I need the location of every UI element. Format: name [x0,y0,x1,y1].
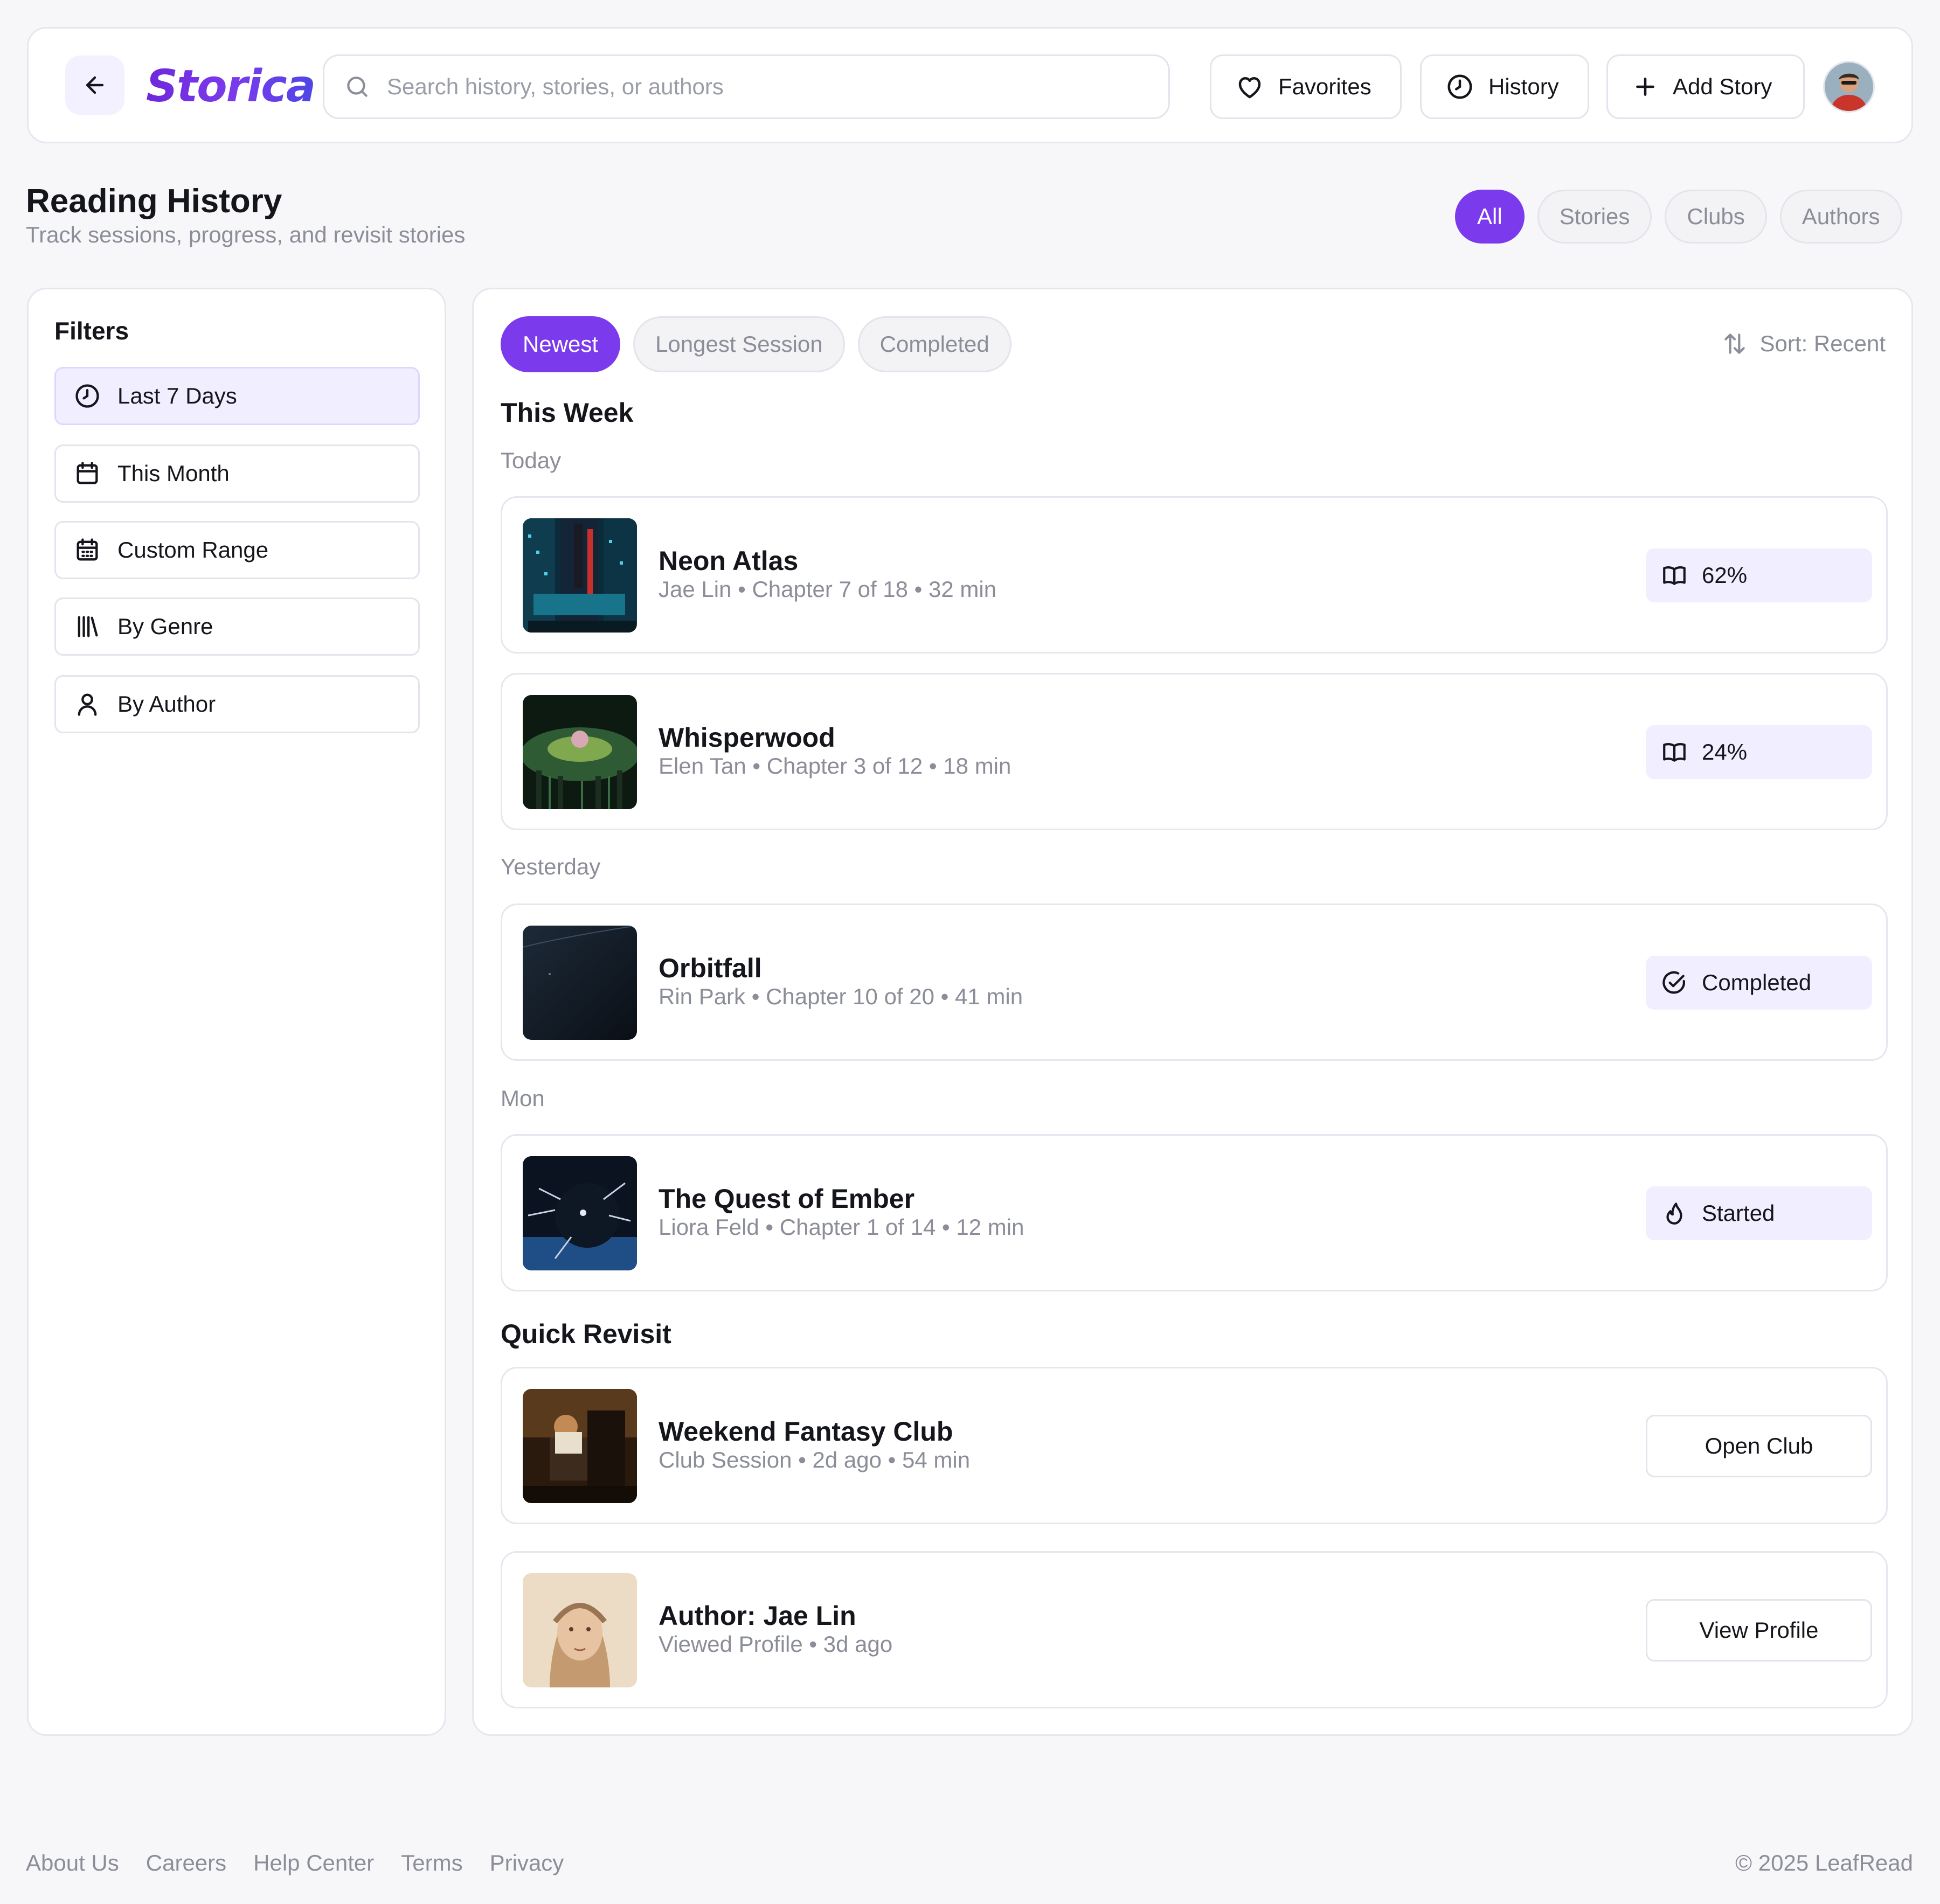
entry-meta: Jae Lin • Chapter 7 of 18 • 32 min [659,576,997,602]
calendar-grid-icon [77,538,98,561]
chip-newest[interactable]: Newest [501,316,621,372]
history-button[interactable]: History [1420,54,1589,119]
add-story-button[interactable]: Add Story [1606,54,1805,119]
cover-quest-of-ember [523,1156,637,1270]
search-icon [347,77,368,97]
copyright: © 2025 LeafRead [1735,1850,1913,1875]
filter-label: By Genre [117,614,213,639]
add-story-label: Add Story [1673,74,1772,99]
history-panel: Newest Longest Session Completed Sort: R… [472,288,1913,1736]
filter-this-month[interactable]: This Month [54,444,420,503]
calendar-icon [77,462,98,484]
footer-link-about[interactable]: About Us [26,1850,119,1876]
check-circle-icon [1662,971,1685,994]
tab-stories[interactable]: Stories [1537,190,1652,244]
progress-badge: 62% [1646,548,1872,602]
page-title: Reading History [26,183,282,220]
day-label-today: Today [501,448,562,473]
entry-title: Neon Atlas [659,546,799,576]
history-label: History [1488,74,1559,99]
revisit-entry[interactable]: Author: Jae Lin Viewed Profile • 3d ago … [501,1551,1888,1708]
cover-whisperwood [523,695,637,809]
progress-badge: 24% [1646,725,1872,779]
entry-title: Weekend Fantasy Club [659,1416,953,1447]
footer-links: About Us Careers Help Center Terms Priva… [26,1850,564,1876]
filter-label: This Month [117,461,230,486]
history-entry[interactable]: The Quest of Ember Liora Feld • Chapter … [501,1134,1888,1291]
favorites-label: Favorites [1278,74,1371,99]
entry-meta: Elen Tan • Chapter 3 of 12 • 18 min [659,753,1011,779]
page-subtitle: Track sessions, progress, and revisit st… [26,222,466,247]
filter-by-genre[interactable]: By Genre [54,597,420,656]
app-logo[interactable]: Storica [146,60,316,114]
flame-icon [1666,1203,1682,1225]
author-portrait-jae-lin [523,1573,637,1687]
filter-label: By Author [117,691,216,717]
search-input[interactable] [387,74,1141,100]
tab-clubs[interactable]: Clubs [1665,190,1767,244]
entry-title: Orbitfall [659,953,762,983]
progress-value: 62% [1702,562,1748,588]
back-button[interactable] [65,55,124,115]
entry-meta: Viewed Profile • 3d ago [659,1631,893,1657]
chip-completed[interactable]: Completed [857,316,1011,372]
user-avatar[interactable] [1823,61,1875,113]
cover-orbitfall [523,926,637,1040]
chip-longest-session[interactable]: Longest Session [633,316,845,372]
history-entry[interactable]: Neon Atlas Jae Lin • Chapter 7 of 18 • 3… [501,496,1888,654]
view-profile-button[interactable]: View Profile [1646,1599,1872,1662]
clock-icon [1447,74,1472,99]
filters-title: Filters [54,317,129,345]
favorites-button[interactable]: Favorites [1210,54,1402,119]
arrow-left-icon [86,76,104,94]
sort-control[interactable]: Sort: Recent [1721,330,1886,357]
history-entry[interactable]: Orbitfall Rin Park • Chapter 10 of 20 • … [501,904,1888,1061]
section-quick-revisit: Quick Revisit [501,1319,671,1349]
day-label-yesterday: Yesterday [501,854,601,879]
type-tabs: All Stories Clubs Authors [1455,190,1902,244]
sort-label: Sort: Recent [1759,331,1886,356]
top-navbar: Storica Favorites History Add Story [27,27,1913,143]
status-value: Completed [1702,970,1812,995]
entry-meta: Rin Park • Chapter 10 of 20 • 41 min [659,984,1023,1009]
book-open-icon [1663,566,1686,585]
footer-link-terms[interactable]: Terms [401,1850,462,1876]
history-entry[interactable]: Whisperwood Elen Tan • Chapter 3 of 12 •… [501,673,1888,830]
entry-meta: Liora Feld • Chapter 1 of 14 • 12 min [659,1214,1024,1240]
filters-sidebar: Filters Last 7 Days This Month Custom Ra… [27,288,446,1736]
entry-title: Whisperwood [659,722,835,753]
status-badge: Started [1646,1186,1872,1240]
filter-custom-range[interactable]: Custom Range [54,521,420,579]
footer-link-privacy[interactable]: Privacy [490,1850,564,1876]
entry-meta: Club Session • 2d ago • 54 min [659,1447,971,1472]
day-label-mon: Mon [501,1086,545,1111]
filter-by-author[interactable]: By Author [54,675,420,733]
filter-last-7-days[interactable]: Last 7 Days [54,367,420,425]
sort-arrows-icon [1724,333,1745,354]
status-badge: Completed [1646,956,1872,1010]
cover-weekend-fantasy-club [523,1389,637,1503]
cover-neon-atlas [523,518,637,633]
tab-all[interactable]: All [1455,190,1525,244]
footer-link-careers[interactable]: Careers [146,1850,226,1876]
filter-label: Last 7 Days [117,383,237,408]
tab-authors[interactable]: Authors [1779,190,1902,244]
filter-label: Custom Range [117,537,269,562]
entry-title: Author: Jae Lin [659,1601,856,1631]
plus-icon [1636,78,1654,96]
progress-value: 24% [1702,739,1748,765]
revisit-entry[interactable]: Weekend Fantasy Club Club Session • 2d a… [501,1367,1888,1524]
clock-icon [75,384,99,408]
book-open-icon [1663,743,1686,762]
footer-link-help-center[interactable]: Help Center [253,1850,374,1876]
search-bar[interactable] [323,54,1170,119]
status-value: Started [1702,1200,1775,1226]
user-icon [78,693,97,716]
open-club-button[interactable]: Open Club [1646,1415,1872,1477]
sort-chips: Newest Longest Session Completed [501,316,1011,372]
heart-icon [1238,77,1261,99]
section-this-week: This Week [501,398,634,428]
entry-title: The Quest of Ember [659,1184,915,1214]
library-icon [78,616,98,637]
